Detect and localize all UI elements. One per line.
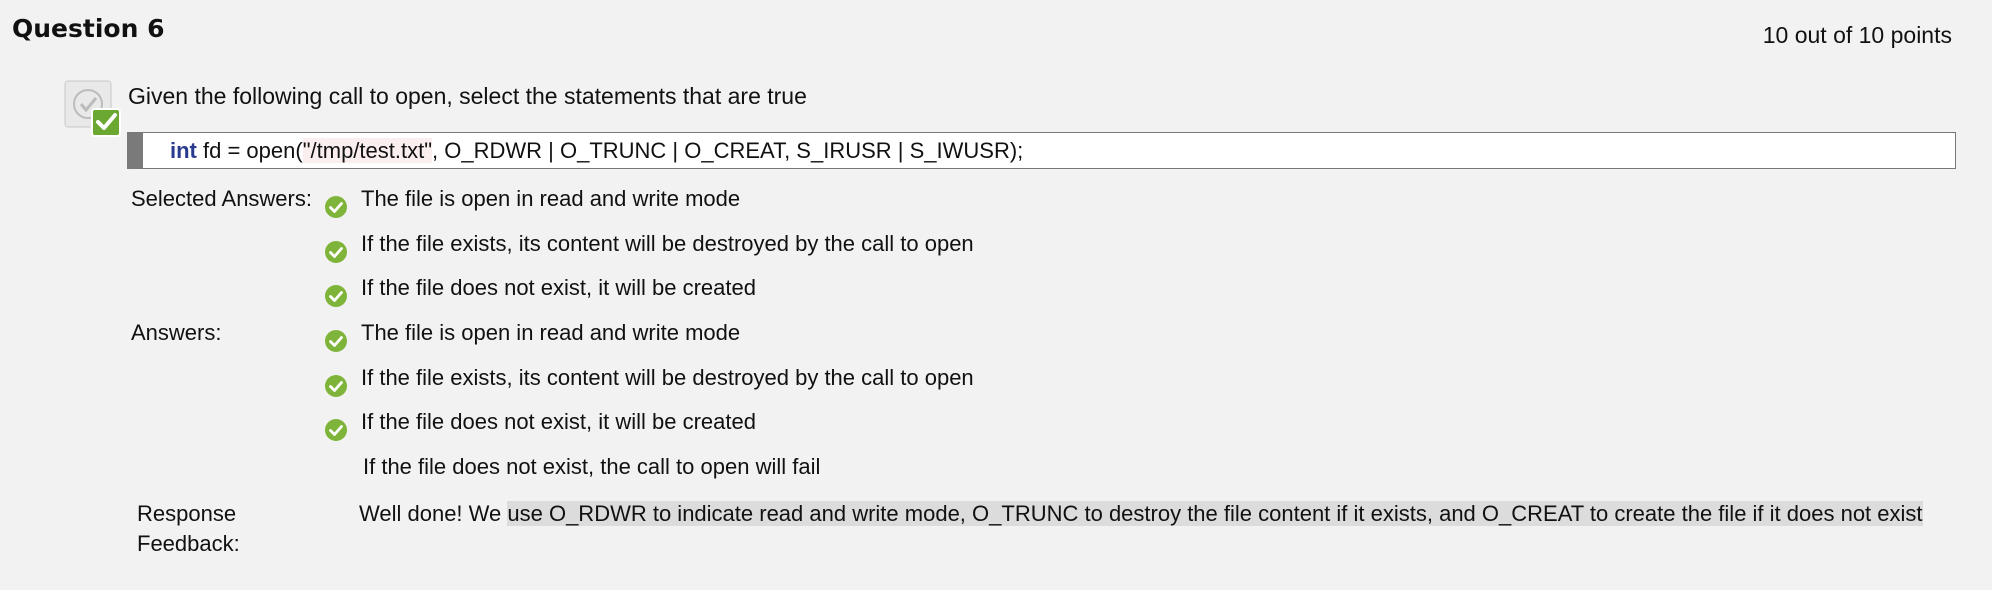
feedback-highlighted: use O_RDWR to indicate read and write mo…	[507, 501, 1923, 526]
question-points: 10 out of 10 points	[1762, 22, 1952, 48]
green-check-icon	[325, 196, 347, 218]
graded-correct-icon	[64, 80, 122, 138]
answer-text: If the file exists, its content will be …	[361, 231, 974, 256]
answers-label: Answers:	[131, 320, 222, 345]
answer-text: The file is open in read and write mode	[361, 186, 741, 211]
code-keyword: int	[170, 138, 197, 163]
green-check-icon	[325, 241, 347, 263]
feedback-prefix: Well done! We	[359, 501, 508, 526]
response-feedback-text: Well done! We use O_RDWR to indicate rea…	[359, 499, 1953, 529]
answer-text: If the file does not exist, the call to …	[363, 454, 821, 479]
code-line: int fd = open("/tmp/test.txt", O_RDWR | …	[170, 138, 1023, 164]
question-title: Question 6	[12, 14, 165, 43]
green-check-icon	[325, 330, 347, 352]
question-prompt: Given the following call to open, select…	[128, 83, 807, 109]
response-feedback-label: Response Feedback:	[137, 501, 240, 556]
code-block: int fd = open("/tmp/test.txt", O_RDWR | …	[127, 132, 1956, 169]
answer-text: The file is open in read and write mode	[361, 320, 741, 345]
code-text: , O_RDWR | O_TRUNC | O_CREAT, S_IRUSR | …	[432, 138, 1024, 163]
answer-text: If the file does not exist, it will be c…	[361, 275, 756, 300]
answer-text: If the file does not exist, it will be c…	[361, 409, 756, 434]
green-check-icon	[325, 285, 347, 307]
answer-text: If the file exists, its content will be …	[361, 365, 974, 390]
green-check-icon	[325, 375, 347, 397]
green-check-icon	[325, 419, 347, 441]
selected-answers-label: Selected Answers:	[131, 186, 312, 211]
code-text: fd = open(	[196, 138, 303, 163]
code-string: "/tmp/test.txt"	[302, 138, 433, 163]
